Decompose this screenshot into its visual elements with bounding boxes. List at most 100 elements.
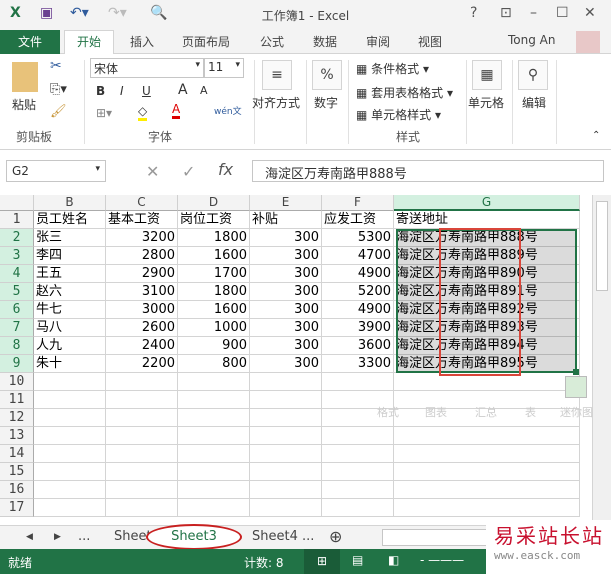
- select-all-corner[interactable]: [0, 195, 34, 211]
- tab-view[interactable]: 视图: [418, 33, 442, 50]
- quick-analysis-icon[interactable]: [565, 376, 587, 398]
- fill-handle[interactable]: [573, 369, 579, 375]
- row-header-9[interactable]: 9: [0, 355, 34, 373]
- row-header-2[interactable]: 2: [0, 229, 34, 247]
- table-cell[interactable]: [178, 391, 250, 409]
- table-cell[interactable]: [250, 499, 322, 517]
- qa-sparklines[interactable]: 迷你图: [560, 404, 593, 420]
- zoom-slider[interactable]: - ———: [420, 553, 464, 567]
- find-icon[interactable]: ⚲: [518, 60, 548, 90]
- table-cell[interactable]: 300: [250, 301, 322, 319]
- table-cell[interactable]: 1800: [178, 283, 250, 301]
- avatar[interactable]: [576, 31, 600, 53]
- table-cell[interactable]: [34, 445, 106, 463]
- table-cell[interactable]: 300: [250, 265, 322, 283]
- format-as-table-button[interactable]: ▦ 套用表格格式 ▾: [356, 84, 453, 101]
- table-cell[interactable]: 朱十: [34, 355, 106, 373]
- enter-icon[interactable]: ✓: [182, 162, 195, 181]
- borders-icon[interactable]: ⊞▾: [96, 106, 112, 120]
- table-cell[interactable]: 300: [250, 247, 322, 265]
- table-cell[interactable]: [394, 445, 580, 463]
- row-header-1[interactable]: 1: [0, 211, 34, 229]
- table-cell[interactable]: [106, 499, 178, 517]
- table-cell[interactable]: [34, 463, 106, 481]
- table-cell[interactable]: 牛七: [34, 301, 106, 319]
- table-cell[interactable]: [106, 463, 178, 481]
- number-button[interactable]: 数字: [314, 94, 338, 111]
- table-cell[interactable]: [394, 499, 580, 517]
- table-cell[interactable]: 3200: [106, 229, 178, 247]
- table-cell[interactable]: [250, 391, 322, 409]
- font-size-select[interactable]: 11 ▾: [204, 58, 244, 78]
- sheet-tab-sheet4[interactable]: Sheet4: [252, 529, 298, 544]
- table-cell[interactable]: [250, 481, 322, 499]
- table-cell[interactable]: 5200: [322, 283, 394, 301]
- table-cell[interactable]: [322, 445, 394, 463]
- name-box[interactable]: G2 ▾: [6, 160, 106, 182]
- row-header-13[interactable]: 13: [0, 427, 34, 445]
- table-cell[interactable]: [106, 373, 178, 391]
- font-name-select[interactable]: 宋体 ▾: [90, 58, 204, 78]
- column-header-b[interactable]: B: [34, 195, 106, 211]
- page-layout-view-icon[interactable]: ▤: [352, 553, 363, 567]
- column-header-f[interactable]: F: [322, 195, 394, 211]
- fill-color-icon[interactable]: ◇: [138, 104, 148, 121]
- table-cell[interactable]: 1000: [178, 319, 250, 337]
- table-cell[interactable]: 300: [250, 319, 322, 337]
- increase-font-icon[interactable]: A: [178, 82, 188, 98]
- table-cell[interactable]: [106, 445, 178, 463]
- row-header-12[interactable]: 12: [0, 409, 34, 427]
- row-header-3[interactable]: 3: [0, 247, 34, 265]
- worksheet-grid[interactable]: B C D E F G 1 2 3 4 5 6 7 8 9 10 11 12 13 14 15 16 17 员工姓名 基本工资岗…: [0, 195, 590, 525]
- column-header-d[interactable]: D: [178, 195, 250, 211]
- column-header-g[interactable]: G: [394, 195, 580, 211]
- table-cell[interactable]: 300: [250, 283, 322, 301]
- table-cell[interactable]: 2400: [106, 337, 178, 355]
- table-cell[interactable]: [178, 373, 250, 391]
- header-cell[interactable]: 基本工资: [106, 211, 178, 229]
- table-cell[interactable]: [178, 463, 250, 481]
- table-cell[interactable]: [250, 463, 322, 481]
- sheet-ellipsis-left[interactable]: ...: [78, 529, 90, 544]
- table-cell[interactable]: [250, 427, 322, 445]
- qa-totals[interactable]: 汇总: [475, 404, 497, 420]
- editing-button[interactable]: 编辑: [522, 94, 546, 111]
- horizontal-scrollbar[interactable]: [382, 529, 492, 546]
- sheet-ellipsis-right[interactable]: ...: [302, 529, 314, 544]
- cell-styles-button[interactable]: ▦ 单元格样式 ▾: [356, 106, 441, 123]
- table-cell[interactable]: 王五: [34, 265, 106, 283]
- formula-input[interactable]: 海淀区万寿南路甲888号: [252, 160, 604, 182]
- table-cell[interactable]: 人九: [34, 337, 106, 355]
- table-cell[interactable]: 300: [250, 355, 322, 373]
- table-cell[interactable]: [34, 481, 106, 499]
- table-cell[interactable]: [178, 409, 250, 427]
- table-cell[interactable]: [250, 409, 322, 427]
- header-cell[interactable]: 岗位工资: [178, 211, 250, 229]
- table-cell[interactable]: 1600: [178, 301, 250, 319]
- user-name[interactable]: Tong An: [508, 33, 555, 47]
- decrease-font-icon[interactable]: A: [200, 84, 208, 97]
- ribbon-display-icon[interactable]: ⊡: [500, 5, 512, 21]
- table-cell[interactable]: [178, 481, 250, 499]
- cancel-icon[interactable]: ✕: [146, 162, 159, 181]
- prev-sheet-icon[interactable]: ◀: [26, 532, 33, 542]
- table-cell[interactable]: 1600: [178, 247, 250, 265]
- table-cell[interactable]: [322, 463, 394, 481]
- close-icon[interactable]: ✕: [584, 5, 596, 21]
- table-cell[interactable]: 马八: [34, 319, 106, 337]
- table-cell[interactable]: 2900: [106, 265, 178, 283]
- table-cell[interactable]: [394, 481, 580, 499]
- paste-button[interactable]: 粘贴: [12, 96, 36, 113]
- table-cell[interactable]: 3600: [322, 337, 394, 355]
- header-cell[interactable]: 补贴: [250, 211, 322, 229]
- paste-icon[interactable]: [12, 62, 38, 92]
- table-cell[interactable]: 李四: [34, 247, 106, 265]
- font-color-icon[interactable]: A: [172, 102, 181, 119]
- column-header-c[interactable]: C: [106, 195, 178, 211]
- table-cell[interactable]: 2600: [106, 319, 178, 337]
- row-header-4[interactable]: 4: [0, 265, 34, 283]
- format-painter-icon[interactable]: 🖌: [50, 104, 67, 119]
- table-cell[interactable]: 5300: [322, 229, 394, 247]
- tab-data[interactable]: 数据: [313, 33, 337, 50]
- vertical-scrollbar[interactable]: [592, 195, 611, 525]
